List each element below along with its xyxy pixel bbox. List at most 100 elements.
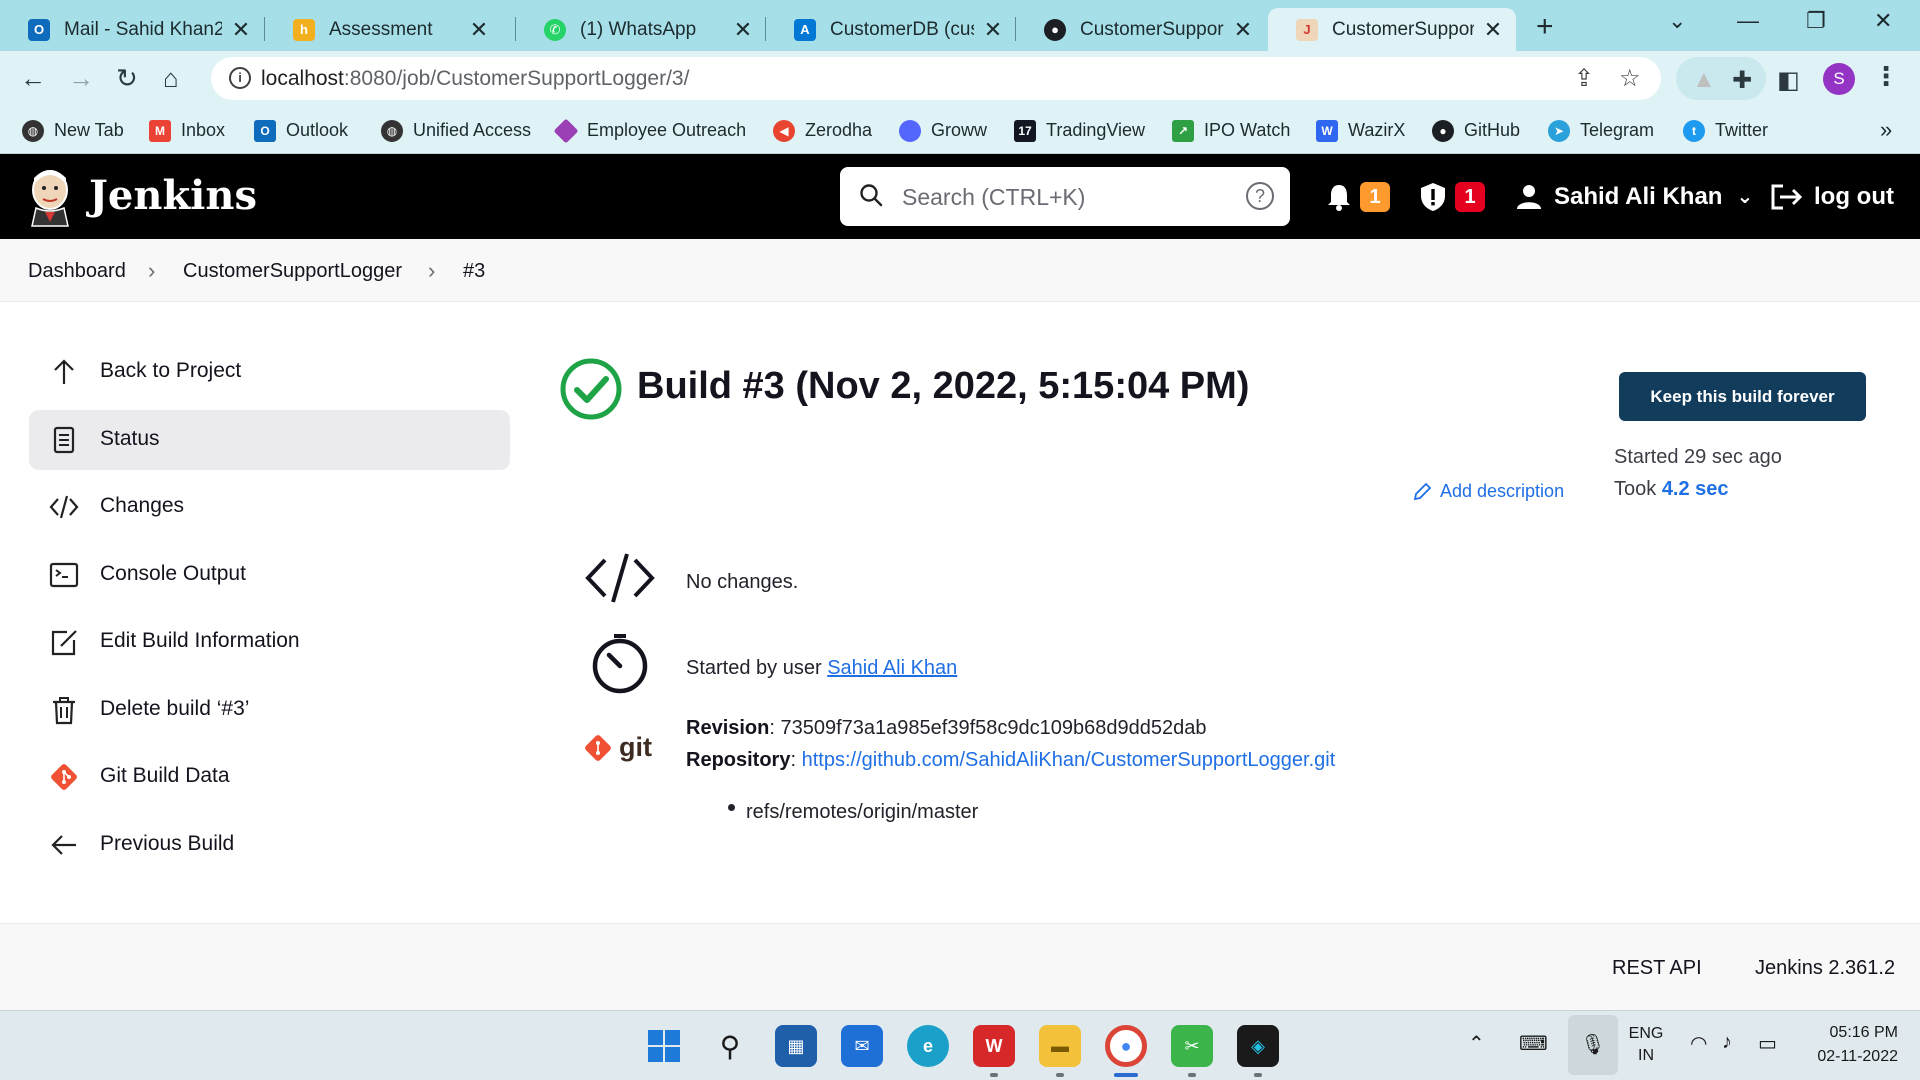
start-menu-icon[interactable] [643,1025,685,1067]
browser-tab-assessment[interactable]: h Assessment ✕ [265,8,502,51]
bookmark-github[interactable]: ● GitHub [1432,107,1520,154]
logout-icon [1771,184,1803,209]
repository-link[interactable]: https://github.com/SahidAliKhan/Customer… [802,749,1336,771]
bookmark-star-icon[interactable]: ☆ [1619,64,1641,93]
wifi-icon[interactable]: ◠ [1690,1031,1707,1056]
close-window-icon[interactable]: ✕ [1874,8,1892,34]
bookmark-zerodha[interactable]: ◀ Zerodha [773,107,872,154]
browser-tab-github[interactable]: ● CustomerSupportLc ✕ [1016,8,1266,51]
snipping-tool-icon[interactable]: ✂ [1171,1025,1213,1067]
language-indicator[interactable]: ENG IN [1624,1023,1668,1067]
tab-search-icon[interactable]: ⌄ [1668,8,1686,34]
bookmark-new-tab[interactable]: ◍ New Tab [22,107,124,154]
bookmark-twitter[interactable]: t Twitter [1683,107,1768,154]
keyboard-icon[interactable]: ⌨ [1519,1031,1548,1056]
jenkins-logo-icon[interactable] [27,168,73,228]
jenkins-icon: J [1296,18,1318,41]
url-path: :8080/job/CustomerSupportLogger/3/ [343,67,690,90]
add-description-link[interactable]: Add description [1412,481,1564,502]
took-label: Took [1614,478,1657,500]
profile-avatar[interactable]: S [1823,63,1855,95]
help-icon[interactable]: ? [1246,182,1274,210]
url-text[interactable]: localhost:8080/job/CustomerSupportLogger… [261,67,689,91]
breadcrumb-project[interactable]: CustomerSupportLogger [183,260,402,283]
bookmark-ipo-watch[interactable]: ↗ IPO Watch [1172,107,1290,154]
close-tab-icon[interactable]: ✕ [1482,17,1504,43]
globe-icon: ◍ [22,119,44,142]
keep-build-forever-button[interactable]: Keep this build forever [1619,372,1866,421]
store-icon[interactable]: ▦ [775,1025,817,1067]
build-duration-link[interactable]: 4.2 sec [1662,478,1729,500]
edge-icon[interactable]: e [907,1025,949,1067]
search-box[interactable]: Search (CTRL+K) ? [840,167,1290,226]
file-explorer-icon[interactable]: ▬ [1039,1025,1081,1067]
browser-tab-mail[interactable]: O Mail - Sahid Khan2 ✕ [0,8,264,51]
extension-pill[interactable]: ▲ [1676,57,1766,100]
webex-icon[interactable]: ◈ [1237,1025,1279,1067]
volume-icon[interactable]: ♪ [1722,1031,1732,1054]
wps-office-icon[interactable]: W [973,1025,1015,1067]
side-item-back-to-project[interactable]: Back to Project [29,342,510,402]
side-item-git-build-data[interactable]: Git Build Data [29,747,510,807]
reload-icon[interactable]: ↻ [116,63,138,94]
minimize-icon[interactable]: — [1737,8,1759,34]
bookmark-unified-access[interactable]: ◍ Unified Access [381,107,531,154]
rest-api-link[interactable]: REST API [1612,957,1702,980]
mail-icon[interactable]: ✉ [841,1025,883,1067]
side-item-previous-build[interactable]: Previous Build [29,815,510,875]
bookmark-inbox[interactable]: M Inbox [149,107,225,154]
browser-tab-whatsapp[interactable]: ✆ (1) WhatsApp ✕ [516,8,766,51]
home-icon[interactable]: ⌂ [163,63,179,94]
bookmark-tradingview[interactable]: 17 TradingView [1014,107,1145,154]
jenkins-title[interactable]: Jenkins [89,172,257,219]
running-indicator [1254,1073,1262,1077]
new-tab-button[interactable]: + [1536,10,1554,44]
close-tab-icon[interactable]: ✕ [732,17,754,43]
share-icon[interactable]: ⇪ [1574,64,1594,93]
browser-tab-jenkins[interactable]: J CustomerSupportLc ✕ [1268,8,1516,51]
site-info-icon[interactable]: i [229,67,251,89]
bookmarks-overflow-icon[interactable]: » [1880,117,1892,143]
notifications-button[interactable]: 1 [1326,154,1390,239]
close-tab-icon[interactable]: ✕ [982,17,1004,43]
started-by-user-link[interactable]: Sahid Ali Khan [827,657,957,679]
side-item-delete-build[interactable]: Delete build ‘#3’ [29,680,510,740]
chrome-icon[interactable]: ● [1105,1025,1147,1067]
logout-label: log out [1814,182,1894,210]
code-icon [585,553,655,603]
side-item-edit-build-information[interactable]: Edit Build Information [29,612,510,672]
close-tab-icon[interactable]: ✕ [1232,17,1254,43]
search-input[interactable]: Search (CTRL+K) [902,184,1085,211]
tray-overflow-icon[interactable]: ⌃ [1468,1031,1485,1056]
extensions-puzzle-icon[interactable]: ✚ [1732,66,1752,95]
side-item-status[interactable]: Status [29,410,510,470]
restore-icon[interactable]: ❐ [1806,8,1826,34]
breadcrumb-dashboard[interactable]: Dashboard [28,260,126,283]
chrome-menu-icon[interactable]: ⋮ [1873,61,1899,92]
side-item-console-output[interactable]: Console Output [29,545,510,605]
repository-label: Repository [686,749,791,771]
close-tab-icon[interactable]: ✕ [230,17,252,43]
breadcrumb-build[interactable]: #3 [463,260,485,283]
bookmark-outlook[interactable]: O Outlook [254,107,348,154]
battery-icon[interactable]: ▭ [1758,1031,1777,1056]
security-button[interactable]: 1 [1419,154,1485,239]
bookmark-telegram[interactable]: ➤ Telegram [1548,107,1654,154]
bookmark-employee-outreach[interactable]: Employee Outreach [553,107,746,154]
user-menu[interactable]: Sahid Ali Khan ⌄ [1516,154,1753,239]
bookmark-wazirx[interactable]: W WazirX [1316,107,1405,154]
logout-button[interactable]: log out [1770,154,1894,239]
mic-muted-icon[interactable]: 🎙 [1568,1015,1618,1075]
jenkins-version-link[interactable]: Jenkins 2.361.2 [1755,957,1895,980]
back-icon[interactable]: ← [20,63,46,94]
browser-tab-azure[interactable]: A CustomerDB (custo ✕ [766,8,1016,51]
side-panel-icon[interactable]: ◧ [1777,66,1800,95]
side-item-changes[interactable]: Changes [29,477,510,537]
extension-triangle-icon[interactable]: ▲ [1692,66,1716,94]
address-bar[interactable]: i localhost:8080/job/CustomerSupportLogg… [211,57,1661,100]
close-tab-icon[interactable]: ✕ [468,17,490,43]
system-clock[interactable]: 05:16 PM 02-11-2022 [1808,1021,1898,1069]
bookmark-groww[interactable]: Groww [899,107,987,154]
forward-icon[interactable]: → [68,63,94,94]
taskbar-search-icon[interactable]: ⚲ [709,1025,751,1067]
